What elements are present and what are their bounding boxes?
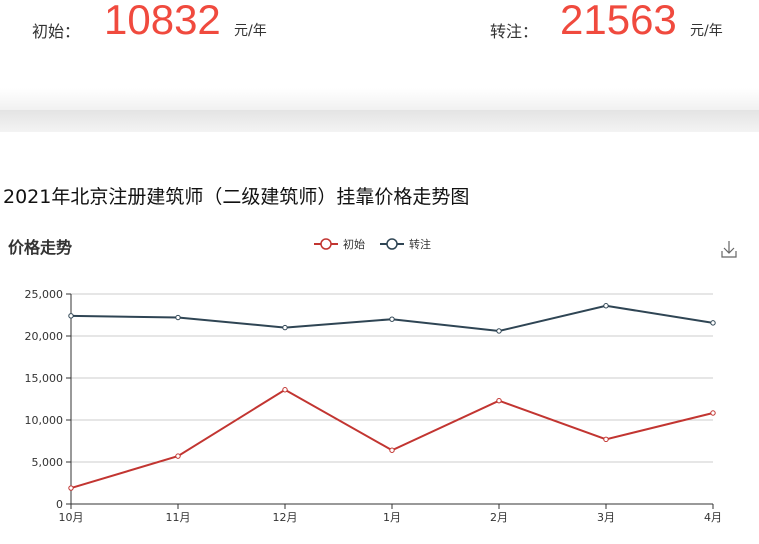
initial-label: 初始： bbox=[32, 22, 81, 41]
data-point bbox=[68, 485, 74, 491]
transfer-unit: 元/年 bbox=[690, 23, 723, 39]
data-point bbox=[175, 453, 181, 459]
initial-unit: 元/年 bbox=[234, 23, 267, 39]
initial-value: 10832 bbox=[104, 0, 221, 43]
price-summary: 初始： 10832 元/年 转注： 21563 元/年 bbox=[0, 0, 759, 88]
data-point bbox=[496, 397, 502, 404]
x-tick-label: 11月 bbox=[166, 511, 191, 524]
data-point bbox=[175, 314, 181, 321]
data-point bbox=[282, 324, 288, 331]
legend-label: 初始 bbox=[343, 237, 365, 251]
series-line-初始 bbox=[70, 388, 714, 489]
transfer-value: 21563 bbox=[560, 0, 677, 43]
page-title: 2021年北京注册建筑师（二级建筑师）挂靠价格走势图 bbox=[3, 186, 470, 208]
y-tick-label: 0 bbox=[56, 498, 63, 511]
divider bbox=[0, 88, 759, 110]
price-chart: 价格走势 初始 转注 0 5,000 10,000 15,000 20,000 25,000… bbox=[8, 237, 737, 524]
legend: 初始 转注 bbox=[314, 237, 431, 251]
legend-marker-icon bbox=[320, 238, 332, 250]
y-tick-label: 5,000 bbox=[32, 456, 64, 469]
data-point bbox=[710, 320, 716, 326]
transfer-label: 转注： bbox=[490, 22, 539, 41]
y-tick-label: 20,000 bbox=[25, 330, 64, 343]
x-tick-label: 10月 bbox=[59, 511, 84, 524]
x-tick-label: 4月 bbox=[704, 511, 722, 524]
legend-marker-icon bbox=[386, 238, 398, 250]
data-point bbox=[603, 303, 609, 309]
x-tick-label: 1月 bbox=[383, 511, 401, 524]
data-point bbox=[68, 313, 74, 319]
data-point bbox=[496, 328, 502, 334]
y-tick-label: 25,000 bbox=[25, 288, 64, 301]
data-point bbox=[603, 436, 609, 443]
y-tick-label: 10,000 bbox=[25, 414, 64, 427]
legend-label: 转注 bbox=[409, 237, 431, 251]
x-tick-label: 2月 bbox=[490, 511, 508, 524]
data-point bbox=[710, 410, 716, 416]
divider bbox=[0, 110, 759, 132]
data-point bbox=[389, 447, 395, 453]
chart-title: 价格走势 bbox=[8, 238, 72, 257]
x-tick-label: 3月 bbox=[597, 511, 615, 524]
download-icon[interactable] bbox=[721, 241, 737, 258]
data-point bbox=[282, 387, 288, 393]
y-tick-label: 15,000 bbox=[25, 372, 64, 385]
x-tick-label: 12月 bbox=[273, 511, 298, 524]
data-point bbox=[389, 316, 395, 322]
